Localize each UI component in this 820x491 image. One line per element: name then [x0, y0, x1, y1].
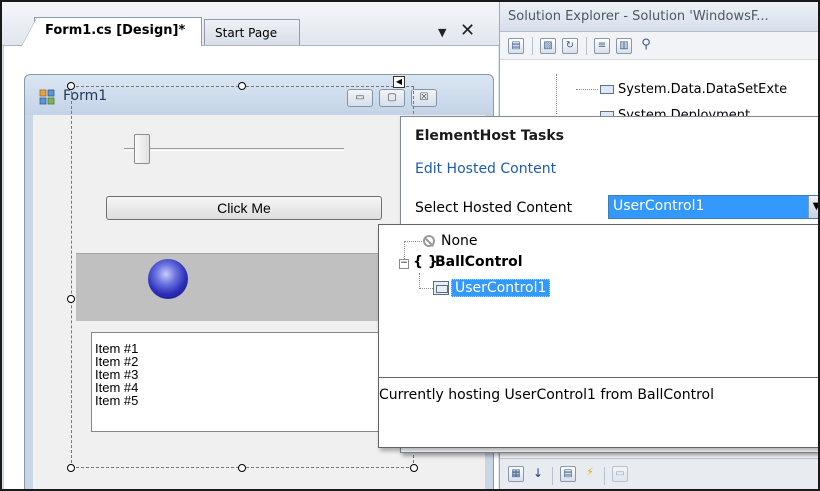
property-pages-icon[interactable]: ▭ — [612, 466, 628, 482]
form-icon — [39, 89, 55, 105]
tree-item-ballcontrol[interactable]: BallControl — [435, 254, 523, 270]
tree-line — [556, 74, 557, 114]
close-tab-icon[interactable]: ✕ — [460, 20, 475, 41]
properties-view-icon[interactable]: ▤ — [560, 466, 576, 482]
select-hosted-content-label: Select Hosted Content — [415, 200, 573, 216]
resize-handle-bottom-right[interactable] — [410, 464, 418, 472]
user-control-icon — [433, 281, 449, 295]
resize-handle-bottom-left[interactable] — [67, 464, 75, 472]
edit-hosted-content-link[interactable]: Edit Hosted Content — [415, 161, 556, 177]
events-icon[interactable]: ⚡ — [582, 466, 598, 482]
alphabetical-icon[interactable]: ↓ — [530, 466, 546, 482]
resize-handle-top[interactable] — [238, 82, 246, 90]
tree-line — [419, 288, 433, 289]
resize-handle-top-left[interactable] — [67, 82, 75, 90]
tree-line — [404, 241, 405, 259]
smart-tag-arrow-icon[interactable]: ◀ — [393, 76, 405, 88]
properties-toolbar: ▦ ↓ ▤ ⚡ ▭ — [500, 458, 818, 489]
none-icon — [423, 235, 435, 247]
solution-explorer-toolbar: ▤ ▧ ↻ ≡ ▥ ⚲ — [500, 32, 818, 60]
reference-item[interactable]: System.Data.DataSetExte — [576, 82, 787, 97]
properties-icon[interactable]: ▤ — [508, 38, 524, 54]
tab-form1-design[interactable]: Form1.cs [Design]* — [21, 17, 202, 47]
resize-handle-bottom[interactable] — [238, 464, 246, 472]
refresh-icon[interactable]: ↻ — [562, 38, 578, 54]
collapse-icon[interactable]: − — [399, 259, 409, 269]
tasks-panel-title: ElementHost Tasks — [415, 128, 565, 144]
toolbar-separator — [586, 37, 587, 55]
toolbar-separator — [604, 467, 605, 485]
tree-line — [404, 241, 422, 242]
document-tab-strip: Form1.cs [Design]* Start Page ▼ ✕ — [2, 2, 499, 47]
chevron-down-icon[interactable]: ▼ — [808, 196, 818, 218]
view-designer-icon[interactable]: ▥ — [616, 38, 632, 54]
toolbar-separator — [552, 467, 553, 485]
class-diagram-icon[interactable]: ⚲ — [638, 38, 654, 54]
ide-window: Form1.cs [Design]* Start Page ▼ ✕ Form1 … — [0, 0, 820, 491]
show-all-files-icon[interactable]: ▧ — [540, 38, 556, 54]
tab-list-dropdown-icon[interactable]: ▼ — [438, 26, 446, 39]
reference-icon — [600, 85, 614, 94]
selection-rectangle — [71, 86, 414, 468]
tree-line — [419, 273, 420, 289]
hosted-content-combobox[interactable]: UserControl1 ▼ — [608, 195, 818, 219]
resize-handle-left[interactable] — [67, 295, 75, 303]
toolbar-separator — [532, 37, 533, 55]
tree-item-usercontrol1[interactable]: UserControl1 — [451, 279, 551, 297]
hosting-status-text: Currently hosting UserControl1 from Ball… — [379, 387, 715, 403]
hosted-content-tree: None − { } BallControl UserControl1 — [379, 225, 818, 378]
categorized-icon[interactable]: ▦ — [508, 466, 524, 482]
view-code-icon[interactable]: ≡ — [594, 38, 610, 54]
hosted-content-dropdown: None − { } BallControl UserControl1 Curr… — [378, 224, 818, 448]
tree-item-none[interactable]: None — [441, 233, 478, 249]
solution-explorer-title: Solution Explorer - Solution 'WindowsF..… — [500, 2, 818, 32]
close-icon[interactable]: ☒ — [411, 89, 437, 107]
tab-start-page[interactable]: Start Page — [204, 19, 300, 45]
combobox-value: UserControl1 — [613, 198, 705, 214]
